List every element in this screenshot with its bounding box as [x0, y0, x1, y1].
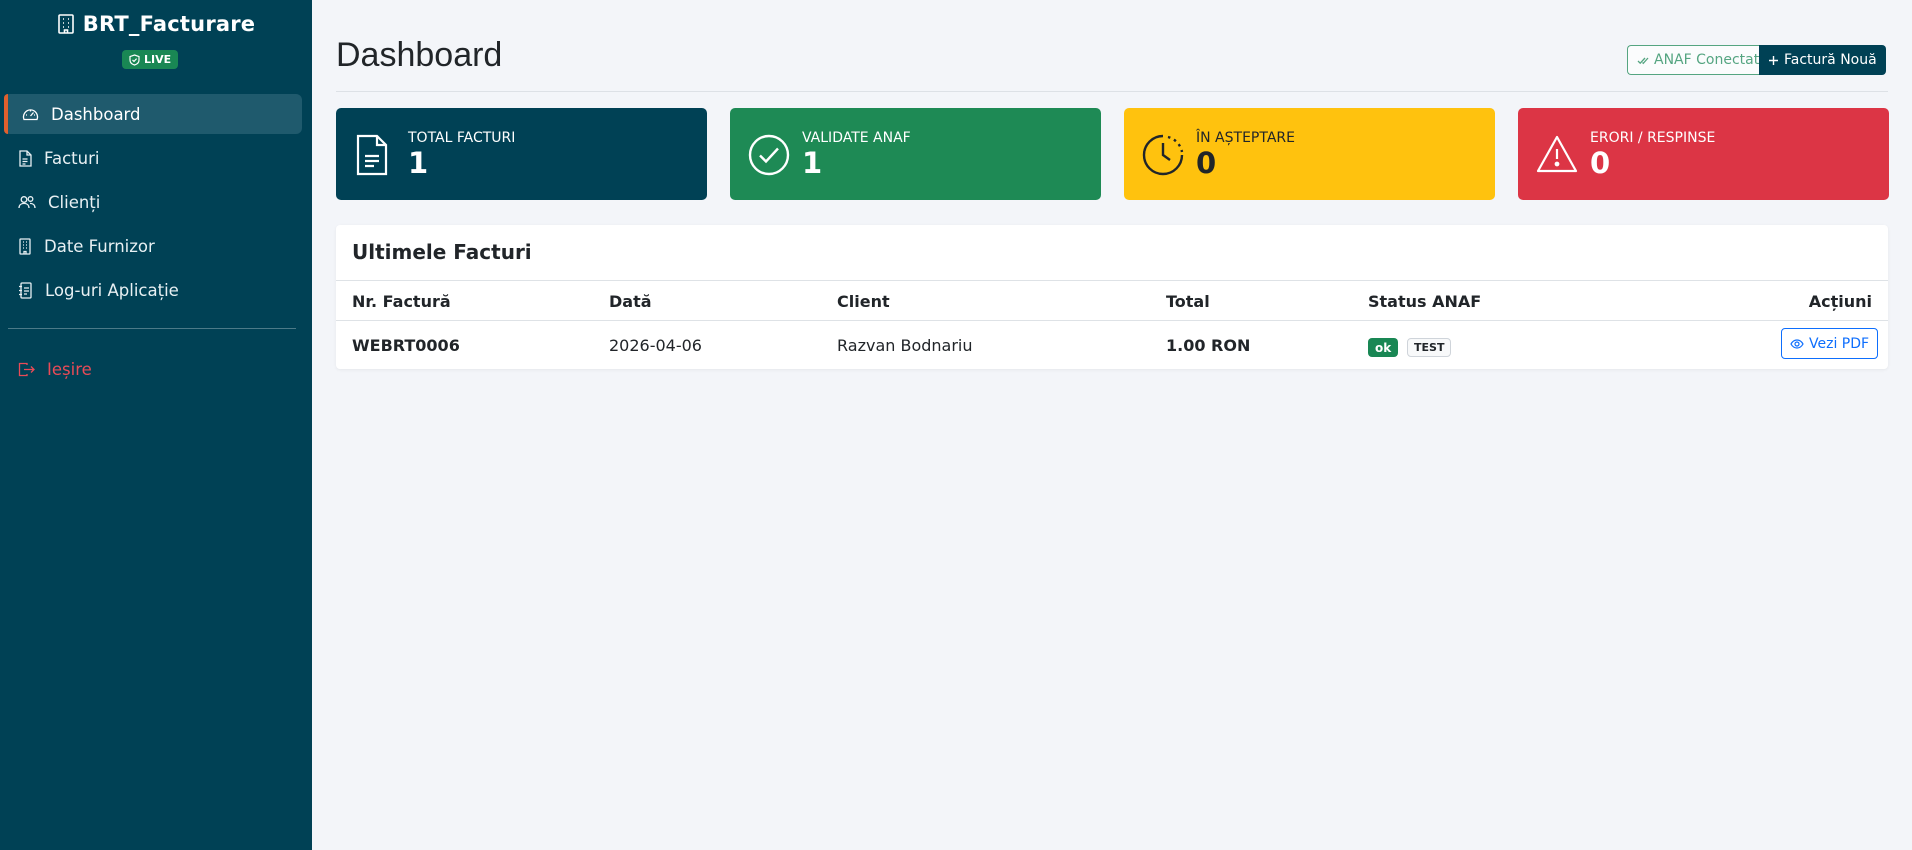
view-pdf-button[interactable]: Vezi PDF — [1781, 328, 1879, 359]
file-icon — [354, 134, 390, 180]
building-icon — [57, 14, 75, 34]
stat-card-total: TOTAL FACTURI 1 — [336, 108, 707, 200]
clock-icon — [1142, 134, 1184, 180]
file-text-icon — [19, 149, 32, 167]
header-divider — [336, 91, 1888, 92]
invoice-total: 1.00 RON — [1166, 336, 1251, 355]
sidebar-item-label: Facturi — [44, 148, 100, 168]
anaf-status-label: ANAF Conectat — [1654, 52, 1760, 68]
plus-icon — [1769, 55, 1778, 65]
stat-label: ERORI / RESPINSE — [1590, 130, 1716, 146]
invoice-number: WEBRT0006 — [352, 336, 460, 355]
stat-value: 1 — [802, 146, 823, 180]
anaf-status-button[interactable]: ANAF Conectat — [1627, 45, 1769, 75]
shield-check-icon — [129, 53, 140, 66]
new-invoice-label: Factură Nouă — [1784, 52, 1877, 68]
invoice-date: 2026-04-06 — [609, 336, 702, 355]
logout-link[interactable]: Ieșire — [4, 349, 302, 389]
building-icon — [19, 237, 31, 255]
column-header-total: Total — [1166, 292, 1210, 311]
sidebar-item-label: Log-uri Aplicație — [45, 280, 179, 300]
sidebar-item-label: Date Furnizor — [44, 236, 155, 256]
env-badge-label: LIVE — [144, 53, 172, 66]
speedometer-icon — [22, 108, 39, 120]
column-header-number: Nr. Factură — [352, 292, 451, 311]
column-header-client: Client — [837, 292, 890, 311]
eye-icon — [1790, 338, 1804, 349]
panel-title: Ultimele Facturi — [352, 240, 532, 264]
sidebar-item-dashboard[interactable]: Dashboard — [4, 94, 302, 134]
sidebar-item-loguri[interactable]: Log-uri Aplicație — [4, 270, 302, 310]
warning-icon — [1536, 134, 1578, 178]
stat-label: TOTAL FACTURI — [408, 130, 516, 146]
env-badge: LIVE — [122, 50, 179, 69]
sidebar-item-date-furnizor[interactable]: Date Furnizor — [4, 226, 302, 266]
sidebar: BRT_Facturare LIVE Dashboard Facturi Cli… — [0, 0, 312, 850]
check-circle-icon — [748, 134, 790, 180]
journal-text-icon — [19, 281, 32, 299]
column-header-status: Status ANAF — [1368, 292, 1482, 311]
view-pdf-label: Vezi PDF — [1809, 335, 1870, 352]
status-badge: ok — [1368, 338, 1399, 357]
logout-icon — [18, 362, 35, 376]
stat-card-pending: ÎN AȘTEPTARE 0 — [1124, 108, 1495, 200]
new-invoice-button[interactable]: Factură Nouă — [1759, 45, 1886, 75]
people-icon — [18, 196, 36, 209]
stat-value: 1 — [408, 146, 429, 180]
sidebar-item-clienti[interactable]: Clienți — [4, 182, 302, 222]
stat-value: 0 — [1196, 146, 1217, 180]
sidebar-divider — [8, 328, 296, 329]
recent-invoices-panel: Ultimele Facturi Nr. Factură Dată Client… — [336, 225, 1888, 369]
stat-card-validate: VALIDATE ANAF 1 — [730, 108, 1101, 200]
stat-label: ÎN AȘTEPTARE — [1196, 130, 1295, 146]
stat-card-errors: ERORI / RESPINSE 0 — [1518, 108, 1889, 200]
stat-label: VALIDATE ANAF — [802, 130, 911, 146]
sidebar-item-facturi[interactable]: Facturi — [4, 138, 302, 178]
brand-title: BRT_Facturare — [82, 12, 256, 36]
column-header-actions: Acțiuni — [1808, 292, 1872, 311]
table-row: WEBRT0006 2026-04-06 Razvan Bodnariu 1.0… — [336, 321, 1888, 369]
check-all-icon — [1637, 57, 1649, 64]
invoice-client: Razvan Bodnariu — [837, 336, 973, 355]
sidebar-item-label: Dashboard — [51, 104, 141, 124]
sidebar-nav: Dashboard Facturi Clienți Date Furnizor … — [0, 94, 312, 314]
logout-label: Ieșire — [47, 359, 92, 379]
sidebar-item-label: Clienți — [48, 192, 101, 212]
page-title: Dashboard — [336, 36, 503, 74]
table-header: Nr. Factură Dată Client Total Status ANA… — [336, 280, 1888, 321]
stat-value: 0 — [1590, 146, 1611, 180]
column-header-date: Dată — [609, 292, 652, 311]
brand[interactable]: BRT_Facturare — [0, 12, 312, 36]
mode-badge: TEST — [1407, 338, 1452, 357]
